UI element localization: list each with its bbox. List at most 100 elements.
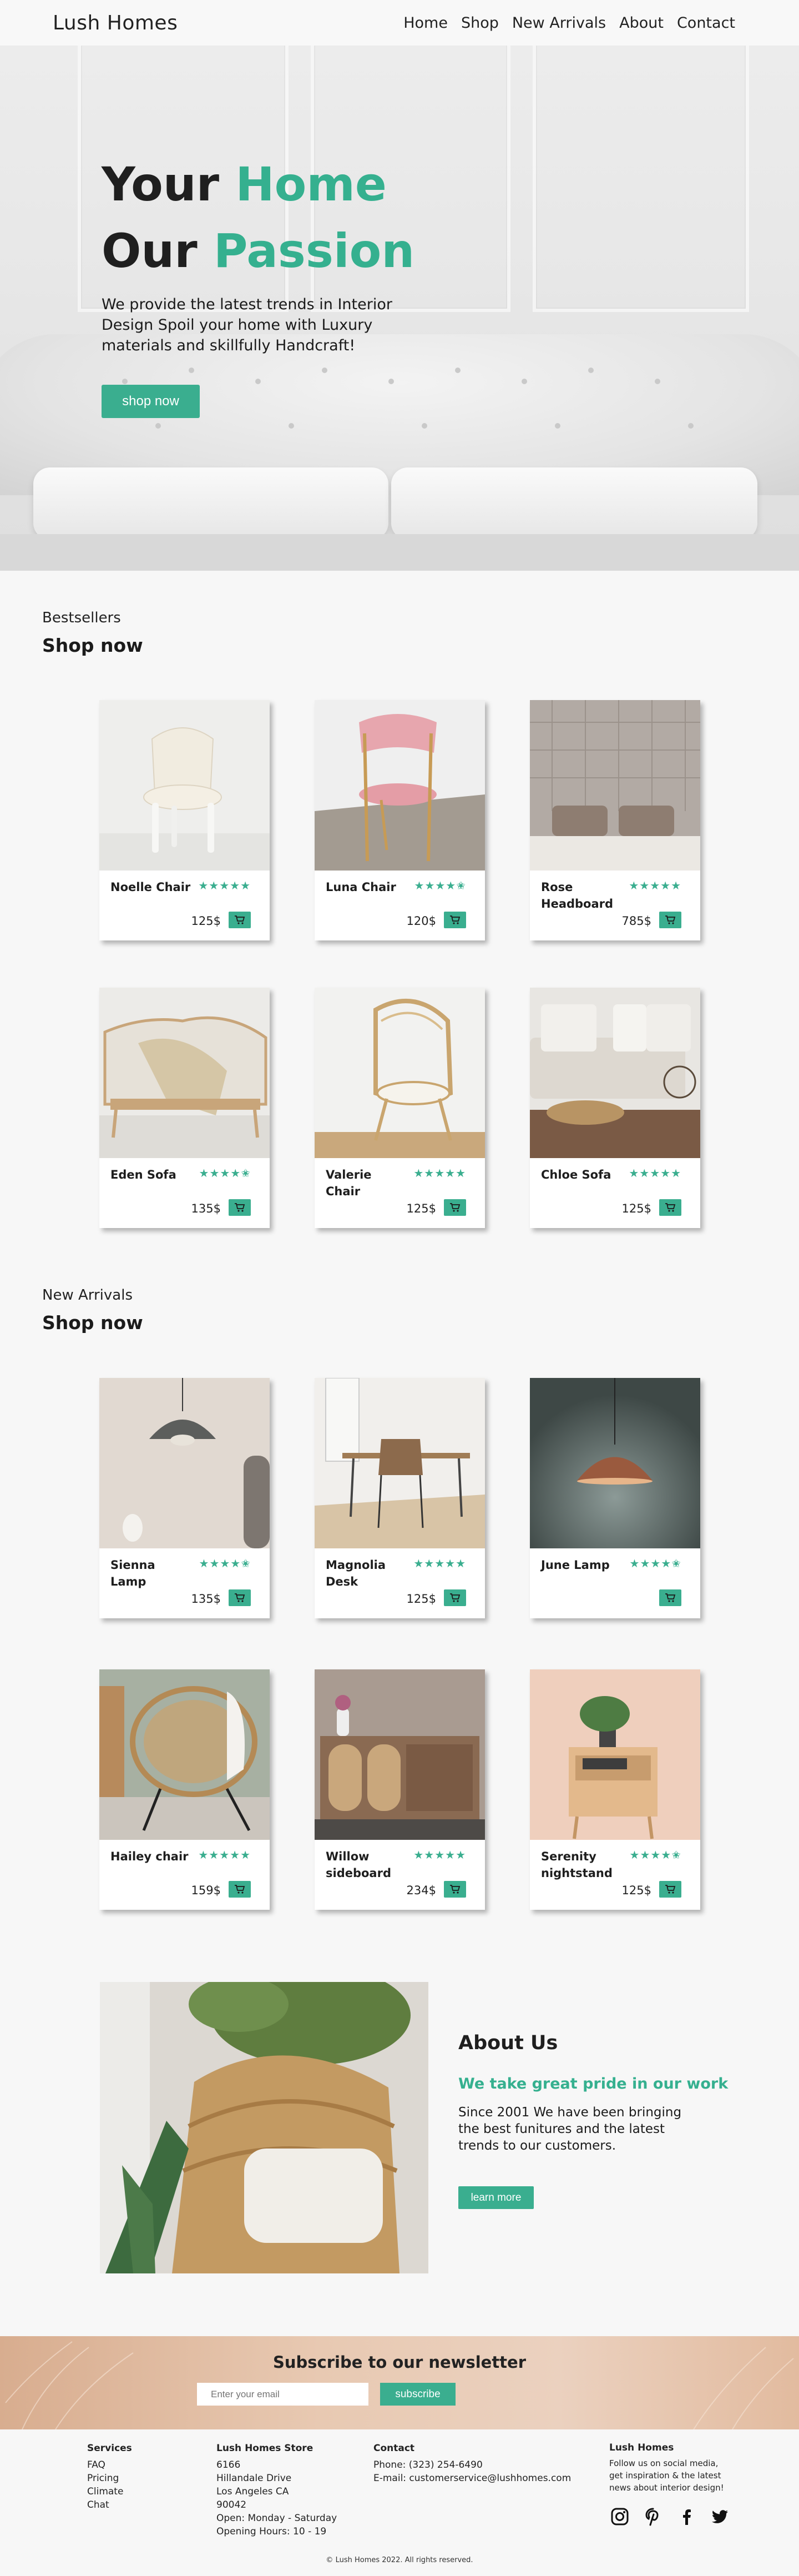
twitter-icon[interactable] [710, 2507, 729, 2526]
product-price: 785$ [621, 914, 651, 928]
nav-home[interactable]: Home [403, 14, 448, 32]
add-to-cart-button[interactable] [444, 912, 466, 928]
cart-icon [450, 1593, 461, 1602]
cart-icon [235, 1885, 245, 1894]
rating-stars: ★★★★★ [413, 1848, 466, 1861]
facebook-icon[interactable] [677, 2507, 696, 2526]
product-price: 159$ [191, 1884, 221, 1897]
product-card[interactable]: June Lamp ★★★★✬ [530, 1378, 700, 1618]
product-image[interactable] [315, 1669, 485, 1840]
add-to-cart-button[interactable] [659, 912, 681, 928]
store-address-line: Hillandale Drive [216, 2473, 292, 2484]
add-to-cart-button[interactable] [444, 1881, 466, 1898]
product-image[interactable] [530, 1669, 700, 1840]
product-card[interactable]: Magnolia Desk ★★★★★ 125$ [315, 1378, 485, 1618]
hero-banner: Your Home Our Passion We provide the lat… [0, 46, 799, 571]
rating-stars: ★★★★✬ [629, 1848, 681, 1861]
footer-contact: Contact Phone: (323) 254-6490 E-mail: cu… [373, 2442, 571, 2485]
footer-link-pricing[interactable]: Pricing [87, 2472, 132, 2485]
footer-heading: Lush Homes Store [216, 2443, 313, 2454]
logo[interactable]: Lush Homes [53, 12, 178, 34]
add-to-cart-button[interactable] [659, 1199, 681, 1216]
store-hours-line: Opening Hours: 10 - 19 [216, 2526, 327, 2537]
cart-icon [450, 1885, 461, 1894]
product-card[interactable]: Luna Chair ★★★★✬ 120$ [315, 700, 485, 940]
add-to-cart-button[interactable] [444, 1199, 466, 1216]
footer-heading: Services [87, 2443, 132, 2454]
nav-shop[interactable]: Shop [461, 14, 499, 32]
rating-stars: ★★★★★ [198, 1848, 251, 1861]
product-image[interactable] [99, 1669, 270, 1840]
product-name[interactable]: Luna Chair [326, 879, 409, 895]
rating-stars: ★★★★★ [629, 879, 681, 892]
add-to-cart-button[interactable] [444, 1589, 466, 1606]
product-image[interactable] [315, 700, 485, 871]
add-to-cart-button[interactable] [659, 1881, 681, 1898]
contact-email[interactable]: E-mail: customerservice@lushhomes.com [373, 2472, 571, 2485]
nav-new-arrivals[interactable]: New Arrivals [512, 14, 606, 32]
product-name[interactable]: Magnolia Desk [326, 1557, 409, 1590]
product-name[interactable]: Rose Headboard [541, 879, 624, 912]
section-subtitle: New Arrivals [42, 1287, 133, 1304]
email-input[interactable] [197, 2383, 368, 2406]
product-image[interactable] [99, 1378, 270, 1548]
nav-about[interactable]: About [619, 14, 664, 32]
learn-more-button[interactable]: learn more [458, 2186, 534, 2209]
about-title: About Us [458, 2032, 558, 2054]
instagram-icon[interactable] [610, 2507, 629, 2526]
about-text: Since 2001 We have been bringing the bes… [458, 2105, 682, 2153]
footer-link-climate[interactable]: Climate [87, 2485, 132, 2498]
product-name[interactable]: Hailey chair [110, 1848, 194, 1865]
product-card[interactable]: Rose Headboard ★★★★★ 785$ [530, 700, 700, 940]
product-name[interactable]: Eden Sofa [110, 1166, 194, 1183]
product-card[interactable]: Serenity nightstand ★★★★✬ 125$ [530, 1669, 700, 1910]
site-header: Lush Homes Home Shop New Arrivals About … [0, 0, 799, 46]
product-image[interactable] [530, 1378, 700, 1548]
copyright-text: Lush Homes 2022. All rights reserved. [335, 2556, 473, 2564]
footer-link-faq[interactable]: FAQ [87, 2458, 132, 2472]
product-image[interactable] [99, 988, 270, 1158]
product-image[interactable] [530, 700, 700, 871]
add-to-cart-button[interactable] [229, 1881, 251, 1898]
product-price: 125$ [406, 1202, 436, 1215]
add-to-cart-button[interactable] [659, 1589, 681, 1606]
section-subtitle: Bestsellers [42, 610, 121, 626]
product-card[interactable]: Chloe Sofa ★★★★★ 125$ [530, 988, 700, 1228]
product-card[interactable]: Hailey chair ★★★★★ 159$ [99, 1669, 270, 1910]
product-card[interactable]: Valerie Chair ★★★★★ 125$ [315, 988, 485, 1228]
product-name[interactable]: Willow sideboard [326, 1848, 409, 1881]
cart-icon [665, 1885, 676, 1894]
product-name[interactable]: Serenity nightstand [541, 1848, 624, 1881]
wall-panel [533, 46, 749, 312]
product-card[interactable]: Eden Sofa ★★★★✬ 135$ [99, 988, 270, 1228]
product-card[interactable]: Noelle Chair ★★★★★ 125$ [99, 700, 270, 940]
footer-link-chat[interactable]: Chat [87, 2498, 132, 2512]
nav-contact[interactable]: Contact [677, 14, 735, 32]
footer-heading: Contact [373, 2443, 415, 2454]
add-to-cart-button[interactable] [229, 912, 251, 928]
rating-stars: ★★★★★ [413, 1166, 466, 1180]
add-to-cart-button[interactable] [229, 1589, 251, 1606]
product-name[interactable]: Valerie Chair [326, 1166, 409, 1200]
product-image[interactable] [530, 988, 700, 1158]
add-to-cart-button[interactable] [229, 1199, 251, 1216]
product-name[interactable]: June Lamp [541, 1557, 624, 1573]
footer-store: Lush Homes Store 6166 Hillandale Drive L… [216, 2442, 337, 2538]
rating-stars: ★★★★★ [198, 879, 251, 892]
product-name[interactable]: Sienna Lamp [110, 1557, 194, 1590]
product-image[interactable] [315, 988, 485, 1158]
site-footer: Services FAQ Pricing Climate Chat Lush H… [0, 2429, 799, 2576]
pinterest-icon[interactable] [644, 2507, 663, 2526]
product-card[interactable]: Willow sideboard ★★★★★ 234$ [315, 1669, 485, 1910]
shop-now-button[interactable]: shop now [102, 385, 200, 418]
product-name[interactable]: Chloe Sofa [541, 1166, 624, 1183]
product-image[interactable] [99, 700, 270, 871]
product-card[interactable]: Sienna Lamp ★★★★✬ 135$ [99, 1378, 270, 1618]
product-price: 234$ [406, 1884, 436, 1897]
contact-phone[interactable]: Phone: (323) 254-6490 [373, 2458, 571, 2472]
footer-services: Services FAQ Pricing Climate Chat [87, 2442, 132, 2512]
product-name[interactable]: Noelle Chair [110, 879, 194, 895]
rating-stars: ★★★★✬ [199, 1166, 251, 1180]
product-image[interactable] [315, 1378, 485, 1548]
subscribe-button[interactable]: subscribe [380, 2383, 456, 2406]
